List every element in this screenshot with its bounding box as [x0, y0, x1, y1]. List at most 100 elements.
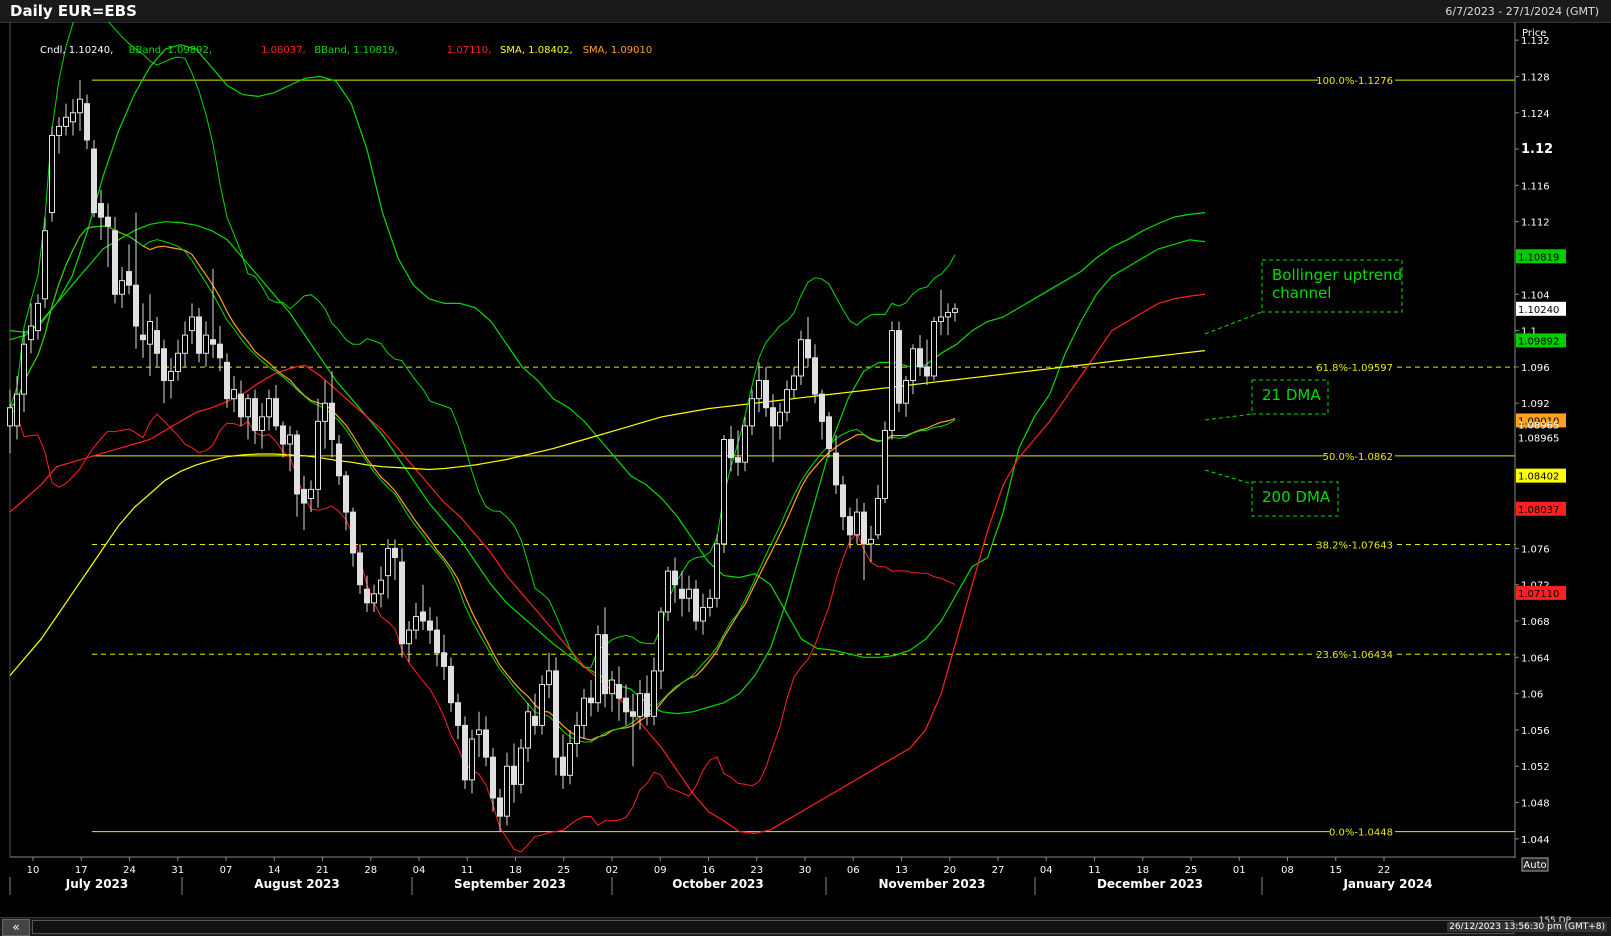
candle-body	[210, 339, 216, 345]
candle-body	[686, 588, 692, 599]
candle-body	[532, 715, 538, 726]
candle-body	[266, 398, 272, 418]
candlestick-chart[interactable]: 100.0%-1.1276 61.8%-1.09597 50.0%-1.0862 38…	[0, 22, 1611, 917]
x-month-label: December 2023	[1097, 877, 1203, 891]
x-month-label: October 2023	[672, 877, 764, 891]
candle-body	[140, 334, 146, 341]
candle-body	[308, 488, 314, 499]
price-tag-2: 1.09892	[1518, 336, 1559, 347]
candle-body	[469, 738, 475, 781]
candle-body	[875, 497, 881, 536]
x-month-label: July 2023	[65, 877, 129, 891]
annotation-text-0: channel	[1272, 284, 1331, 302]
x-tick-label: 31	[171, 865, 184, 876]
candle-body	[840, 484, 846, 518]
candle-body	[49, 134, 55, 214]
x-tick-label: 15	[1329, 865, 1342, 876]
candle-body	[854, 511, 860, 536]
candle-body	[259, 416, 265, 431]
y-tick-label: 1.096	[1521, 363, 1550, 374]
candle-body	[483, 729, 489, 758]
candle-body	[833, 452, 839, 486]
candle-body	[945, 311, 951, 318]
candle-body	[651, 670, 657, 717]
candle-body	[378, 579, 384, 595]
candle-body	[7, 407, 13, 427]
candle-body	[553, 670, 559, 758]
candle-body	[749, 398, 755, 427]
x-tick-label: 04	[1040, 865, 1053, 876]
x-tick-label: 27	[992, 865, 1005, 876]
scroll-left-button[interactable]: «	[2, 919, 30, 936]
legend-item-2: 1.08037,	[261, 45, 306, 56]
candle-body	[609, 679, 615, 695]
y-tick-label: 1.128	[1521, 72, 1550, 83]
candle-body	[413, 615, 419, 631]
price-tag-8: 1.07110	[1518, 589, 1559, 600]
candle-body	[476, 729, 482, 735]
annotation-text-0: Bollinger uptrend	[1272, 266, 1402, 284]
candle-body	[812, 357, 818, 395]
candle-body	[77, 98, 83, 114]
candle-body	[805, 339, 811, 359]
candle-body	[896, 330, 902, 404]
candle-body	[28, 325, 34, 341]
candle-body	[595, 634, 601, 704]
candle-body	[273, 398, 279, 427]
candle-body	[301, 488, 307, 504]
footer-bar: « 155 DP 26/12/2023 13:56:30 pm (GMT+8)	[0, 916, 1611, 936]
candle-body	[784, 389, 790, 413]
candle-body	[119, 280, 125, 295]
candle-body	[903, 380, 909, 404]
y-tick-label: 1.12	[1521, 142, 1553, 157]
fib-label-2: 50.0%-1.0862	[1323, 452, 1393, 463]
fib-label-1: 61.8%-1.09597	[1316, 363, 1393, 374]
candle-body	[868, 538, 874, 545]
candle-body	[441, 652, 447, 667]
candle-body	[84, 103, 90, 141]
candle-body	[931, 321, 937, 377]
time-scrollbar[interactable]	[32, 920, 1514, 934]
x-month-label: January 2024	[1342, 877, 1432, 891]
x-tick-label: 02	[606, 865, 619, 876]
x-month-label: August 2023	[254, 877, 339, 891]
candle-body	[910, 348, 916, 382]
candle-body	[539, 684, 545, 726]
legend-item-4: 1.07110,	[447, 45, 492, 56]
candle-body	[637, 693, 643, 717]
candle-body	[644, 693, 650, 717]
candle-body	[182, 334, 188, 354]
candle-body	[238, 393, 244, 418]
candle-body	[819, 393, 825, 422]
y-tick-label: 1.048	[1521, 799, 1550, 810]
candle-body	[147, 321, 153, 345]
candle-body	[462, 724, 468, 781]
candle-body	[364, 588, 370, 604]
legend-item-6: SMA, 1.09010	[583, 45, 653, 56]
legend-item-1: BBand, 1.09892,	[129, 45, 212, 56]
candle-body	[623, 697, 629, 713]
price-tag-7: 1.08037	[1518, 505, 1559, 516]
y-tick-label: 1.124	[1521, 109, 1550, 120]
candle-body	[385, 547, 391, 577]
candle-body	[693, 588, 699, 622]
candle-body	[315, 420, 321, 490]
candle-body	[287, 434, 293, 445]
candle-body	[742, 425, 748, 463]
candle-body	[938, 316, 944, 323]
candle-body	[672, 570, 678, 586]
legend: Cndl, 1.10240, BBand, 1.09892, 1.08037, BBa…	[40, 45, 652, 56]
candle-body	[658, 611, 664, 672]
x-tick-label: 11	[1088, 865, 1101, 876]
price-tag-4: 1.08965	[1518, 421, 1559, 432]
y-tick-label: 1.112	[1521, 218, 1550, 229]
candle-body	[756, 380, 762, 400]
candle-body	[406, 629, 412, 645]
candle-body	[721, 439, 727, 545]
candle-body	[322, 402, 328, 422]
auto-button-label: Auto	[1523, 860, 1546, 871]
candle-body	[399, 561, 405, 645]
candle-body	[777, 411, 783, 427]
y-tick-label: 1.076	[1521, 544, 1550, 555]
price-tag-1: 1.10240	[1518, 305, 1559, 316]
